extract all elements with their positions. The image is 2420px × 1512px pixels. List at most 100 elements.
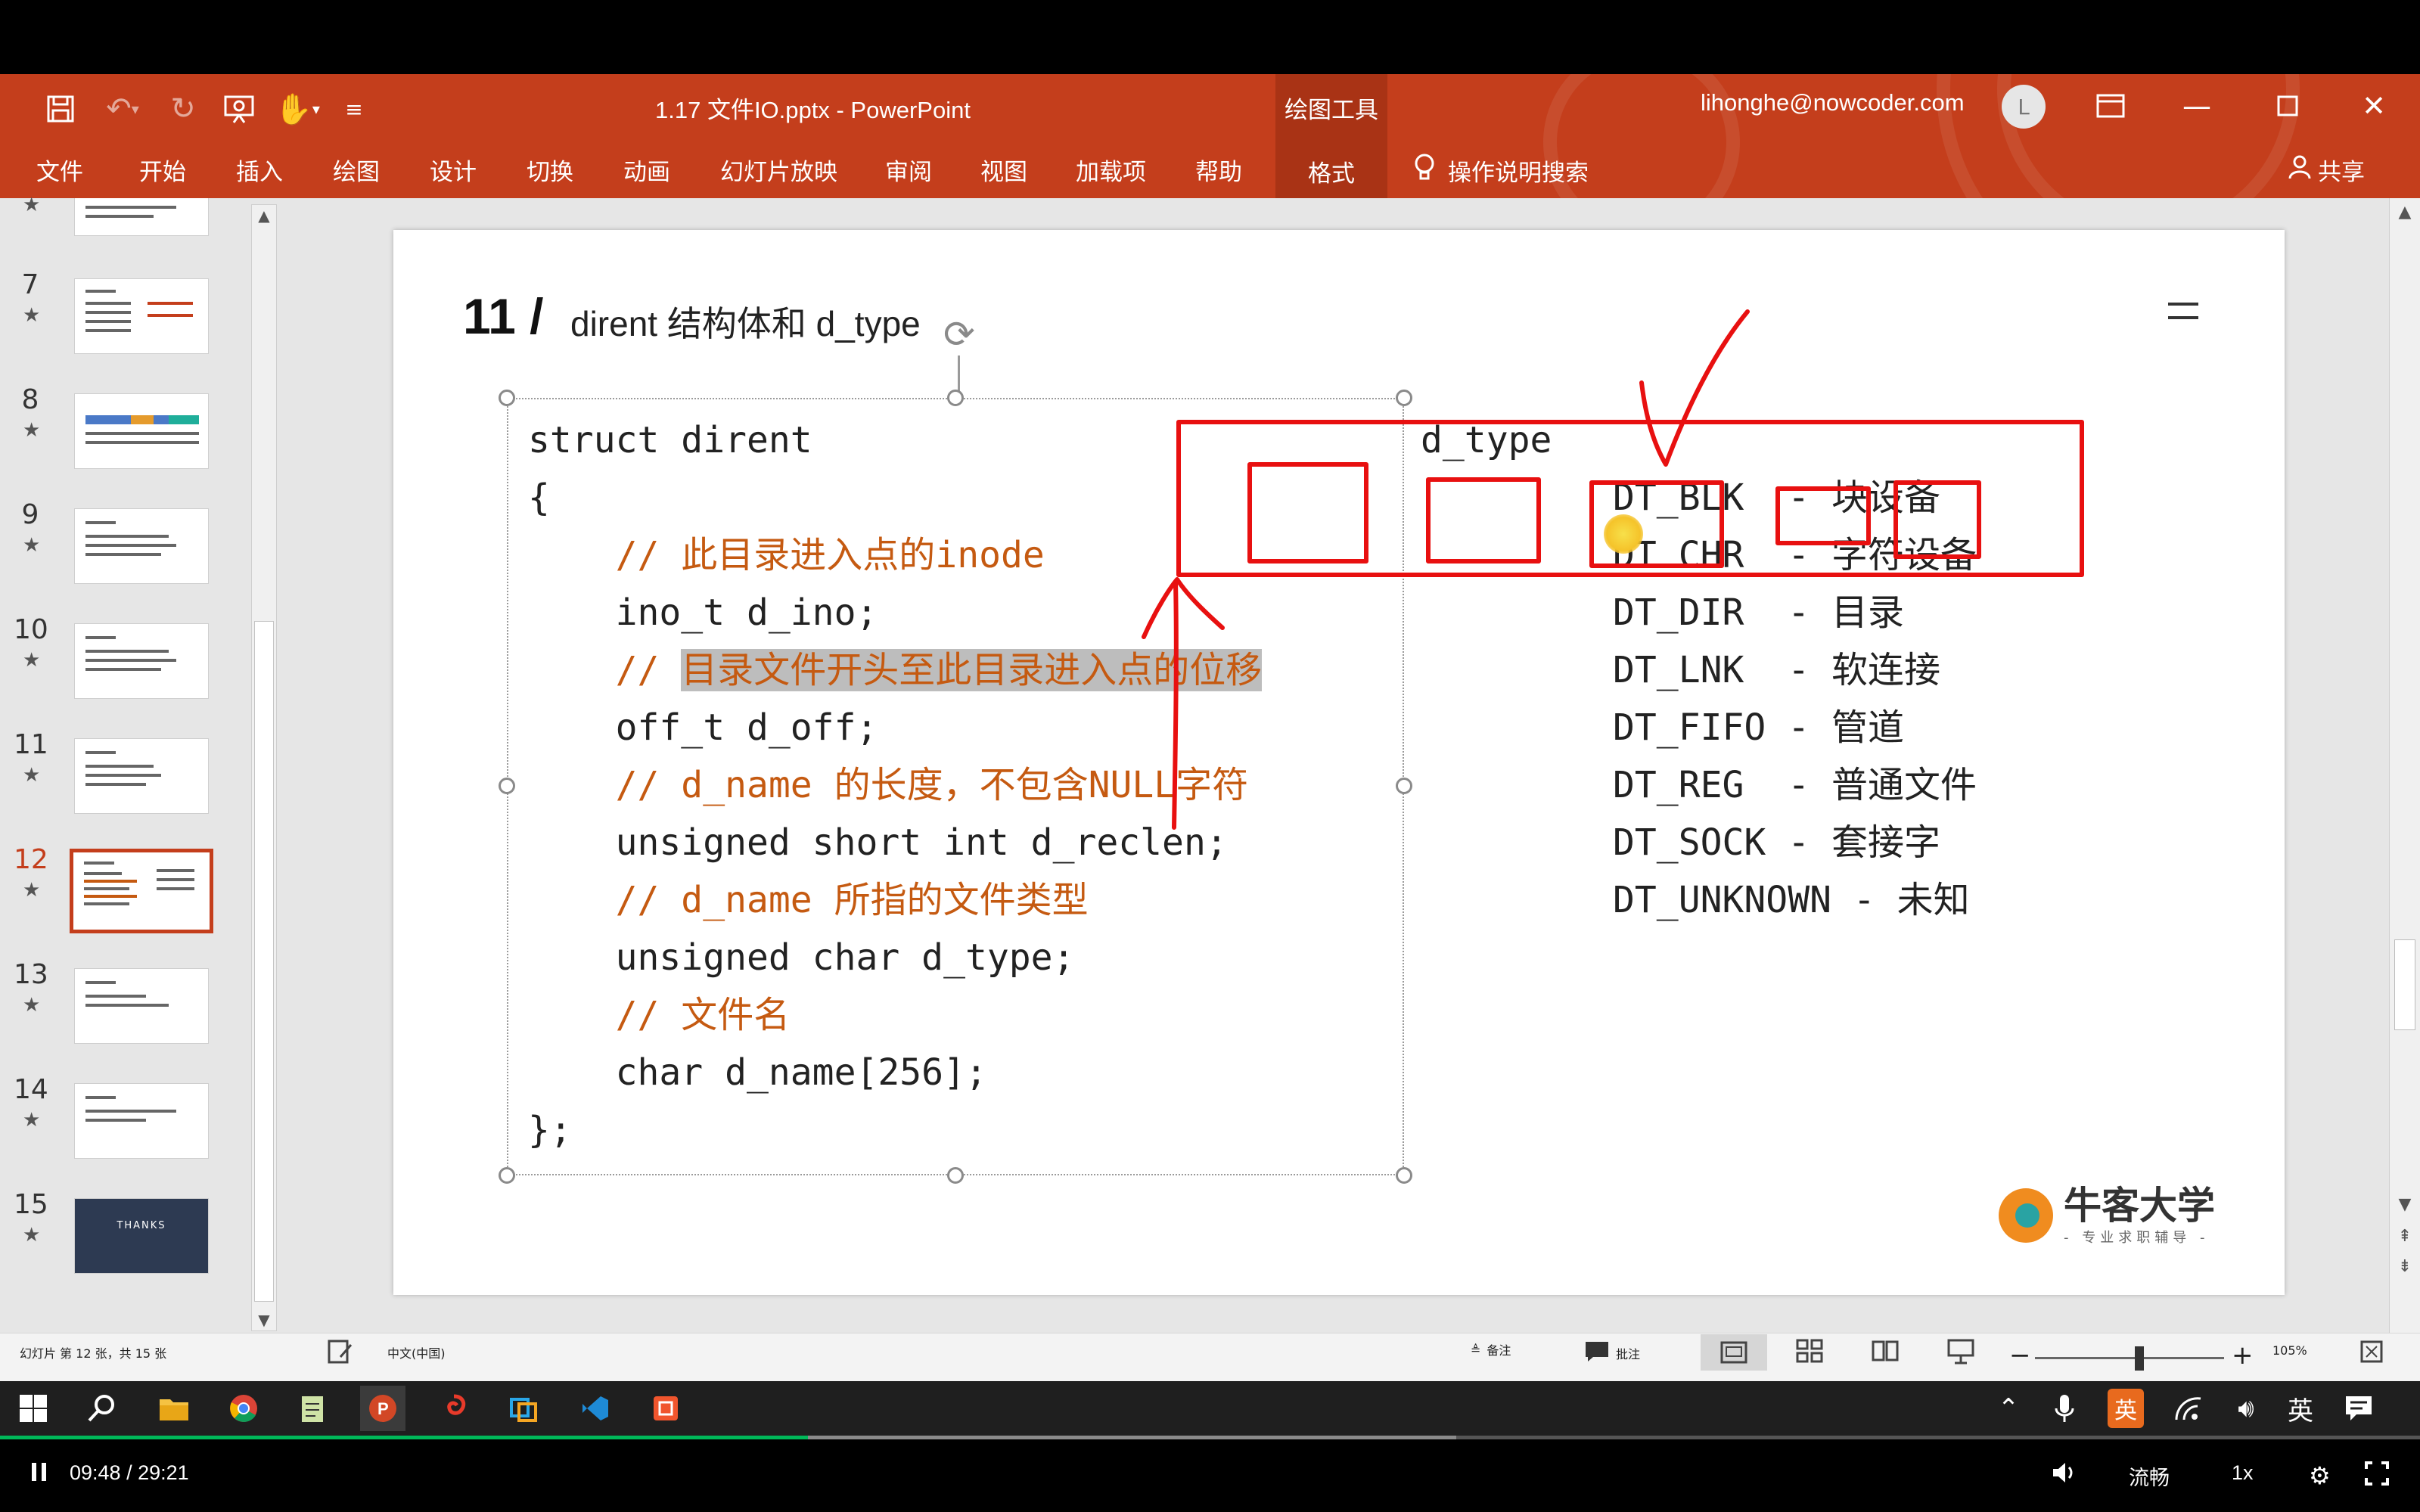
touch-mode-icon[interactable]: ✋ ▾ (269, 89, 325, 129)
file-explorer-icon[interactable] (151, 1386, 197, 1431)
previous-slide-icon[interactable]: ⇞ (2390, 1227, 2420, 1246)
zoom-slider-thumb[interactable] (2135, 1346, 2144, 1371)
resize-handle-left[interactable] (499, 778, 515, 794)
reading-view-icon[interactable] (1872, 1339, 1899, 1363)
tab-design[interactable]: 设计 (430, 153, 477, 188)
zoom-in-button[interactable]: + (2232, 1340, 2254, 1371)
resize-handle-bottom[interactable] (947, 1167, 964, 1184)
normal-view-button[interactable] (1701, 1334, 1767, 1371)
tab-home[interactable]: 开始 (139, 153, 186, 188)
slide-thumbnail-15[interactable]: THANKS (74, 1198, 209, 1274)
quality-selector[interactable]: 流畅 (2129, 1461, 2170, 1491)
undo-icon[interactable]: ↶ ▾ (94, 89, 151, 129)
redo-icon[interactable]: ↻ (162, 89, 204, 129)
save-icon[interactable] (39, 89, 82, 129)
tab-view[interactable]: 视图 (980, 153, 1027, 188)
action-center-icon[interactable] (2338, 1389, 2380, 1428)
tab-draw[interactable]: 绘图 (333, 153, 380, 188)
tab-slideshow[interactable]: 幻灯片放映 (720, 153, 837, 188)
input-method-indicator[interactable]: 英 (2282, 1389, 2319, 1428)
slide-thumbnail-14[interactable] (74, 1083, 209, 1159)
ribbon-display-options-icon[interactable] (2088, 85, 2133, 127)
resize-handle-right[interactable] (1396, 778, 1412, 794)
canvas-vertical-scrollbar[interactable]: ▲ ▼ ⇞ ⇟ (2389, 198, 2420, 1333)
vscode-icon[interactable] (572, 1386, 617, 1431)
app-spiral-icon[interactable] (431, 1386, 477, 1431)
code-comment-offset: // 目录文件开头至此目录进入点的位移 (528, 641, 1263, 699)
close-icon[interactable]: ✕ (2351, 85, 2397, 127)
tray-overflow-icon[interactable]: ⌃ (1990, 1389, 2027, 1428)
tell-me-search[interactable]: 操作说明搜索 (1413, 153, 1589, 188)
zoom-out-button[interactable]: − (2009, 1340, 2031, 1371)
slide-title[interactable]: dirent 结构体和 d_type (570, 297, 921, 346)
resize-handle-bottom-left[interactable] (499, 1167, 515, 1184)
windows-start-icon[interactable] (11, 1386, 56, 1431)
resize-handle-bottom-right[interactable] (1396, 1167, 1412, 1184)
tab-help[interactable]: 帮助 (1195, 153, 1242, 188)
code-line-off: off_t d_off; (528, 706, 878, 749)
spellcheck-icon[interactable] (327, 1339, 354, 1365)
canvas-scroll-up-icon[interactable]: ▲ (2390, 203, 2420, 222)
share-button[interactable]: 共享 (2288, 153, 2365, 187)
zoom-level[interactable]: 105% (2272, 1343, 2307, 1358)
tab-animations[interactable]: 动画 (623, 153, 670, 188)
avatar[interactable]: L (2002, 85, 2046, 129)
minimize-icon[interactable]: — (2174, 85, 2220, 127)
tab-transitions[interactable]: 切换 (527, 153, 573, 188)
comments-button[interactable]: 批注 (1584, 1340, 1640, 1366)
microphone-icon[interactable] (2046, 1389, 2083, 1428)
fit-slide-icon[interactable] (2359, 1339, 2384, 1365)
slide-sorter-view-icon[interactable] (1796, 1339, 1823, 1363)
resize-handle-top-left[interactable] (499, 390, 515, 406)
playback-speed[interactable]: 1x (2232, 1461, 2254, 1485)
player-volume-icon[interactable] (2052, 1461, 2077, 1484)
next-slide-icon[interactable]: ⇟ (2390, 1257, 2420, 1276)
present-from-start-icon[interactable] (216, 89, 262, 129)
notepad-icon[interactable] (290, 1386, 336, 1431)
logo-mark-icon (1999, 1188, 2053, 1243)
pause-icon[interactable] (30, 1461, 48, 1483)
language-indicator[interactable]: 中文(中国) (387, 1343, 446, 1361)
ime-logo-icon[interactable]: 英 (2108, 1389, 2144, 1428)
scroll-down-arrow-icon[interactable]: ▼ (252, 1311, 276, 1329)
code-comment-name: // 文件名 (528, 994, 791, 1036)
fullscreen-icon[interactable] (2365, 1461, 2389, 1486)
app-orange-icon[interactable] (643, 1386, 688, 1431)
slide-thumbnail-6[interactable] (74, 198, 209, 236)
app-window-icon[interactable] (501, 1386, 546, 1431)
tab-review[interactable]: 审阅 (885, 153, 932, 188)
slideshow-view-icon[interactable] (1947, 1339, 1974, 1365)
canvas-scroll-down-icon[interactable]: ▼ (2390, 1195, 2420, 1214)
powerpoint-taskbar-icon[interactable]: P (360, 1386, 405, 1431)
notes-button[interactable]: ≜ 备注 (1471, 1340, 1511, 1358)
total-time: 29:21 (138, 1461, 189, 1484)
account-email[interactable]: lihonghe@nowcoder.com (1701, 89, 1965, 116)
resize-handle-top-right[interactable] (1396, 390, 1412, 406)
volume-icon[interactable]: 🔊︎ (2227, 1389, 2265, 1428)
tab-format[interactable]: 格式 (1275, 145, 1387, 198)
rotate-handle-icon[interactable]: ⟳ (938, 313, 980, 355)
chrome-icon[interactable] (221, 1386, 266, 1431)
tab-addins[interactable]: 加载项 (1076, 153, 1146, 188)
thumbnail-scroll-thumb[interactable] (254, 621, 274, 1302)
slide-thumbnail-11[interactable] (74, 738, 209, 814)
tab-insert[interactable]: 插入 (236, 153, 283, 188)
customize-toolbar-icon[interactable]: ≡ (339, 89, 369, 129)
player-settings-icon[interactable]: ⚙ (2309, 1461, 2331, 1490)
search-icon[interactable] (79, 1386, 124, 1431)
network-icon[interactable] (2170, 1389, 2207, 1428)
scroll-up-arrow-icon[interactable]: ▲ (252, 206, 276, 225)
slide-thumbnail-7[interactable] (74, 278, 209, 354)
slide-thumbnail-13[interactable] (74, 968, 209, 1044)
thumbnail-scrollbar[interactable]: ▲ ▼ (251, 204, 277, 1331)
maximize-icon[interactable] (2265, 85, 2310, 127)
zoom-slider-track[interactable] (2035, 1357, 2224, 1359)
tab-file[interactable]: 文件 (36, 153, 83, 188)
highlighted-selection-text[interactable]: 目录文件开头至此目录进入点的位移 (681, 649, 1263, 691)
slide-thumbnail-10[interactable] (74, 623, 209, 699)
resize-handle-top[interactable] (947, 390, 964, 406)
slide-thumbnail-12-current[interactable] (70, 849, 213, 933)
slide-thumbnail-8[interactable] (74, 393, 209, 469)
slide-thumbnail-9[interactable] (74, 508, 209, 584)
canvas-scroll-thumb[interactable] (2394, 939, 2415, 1030)
